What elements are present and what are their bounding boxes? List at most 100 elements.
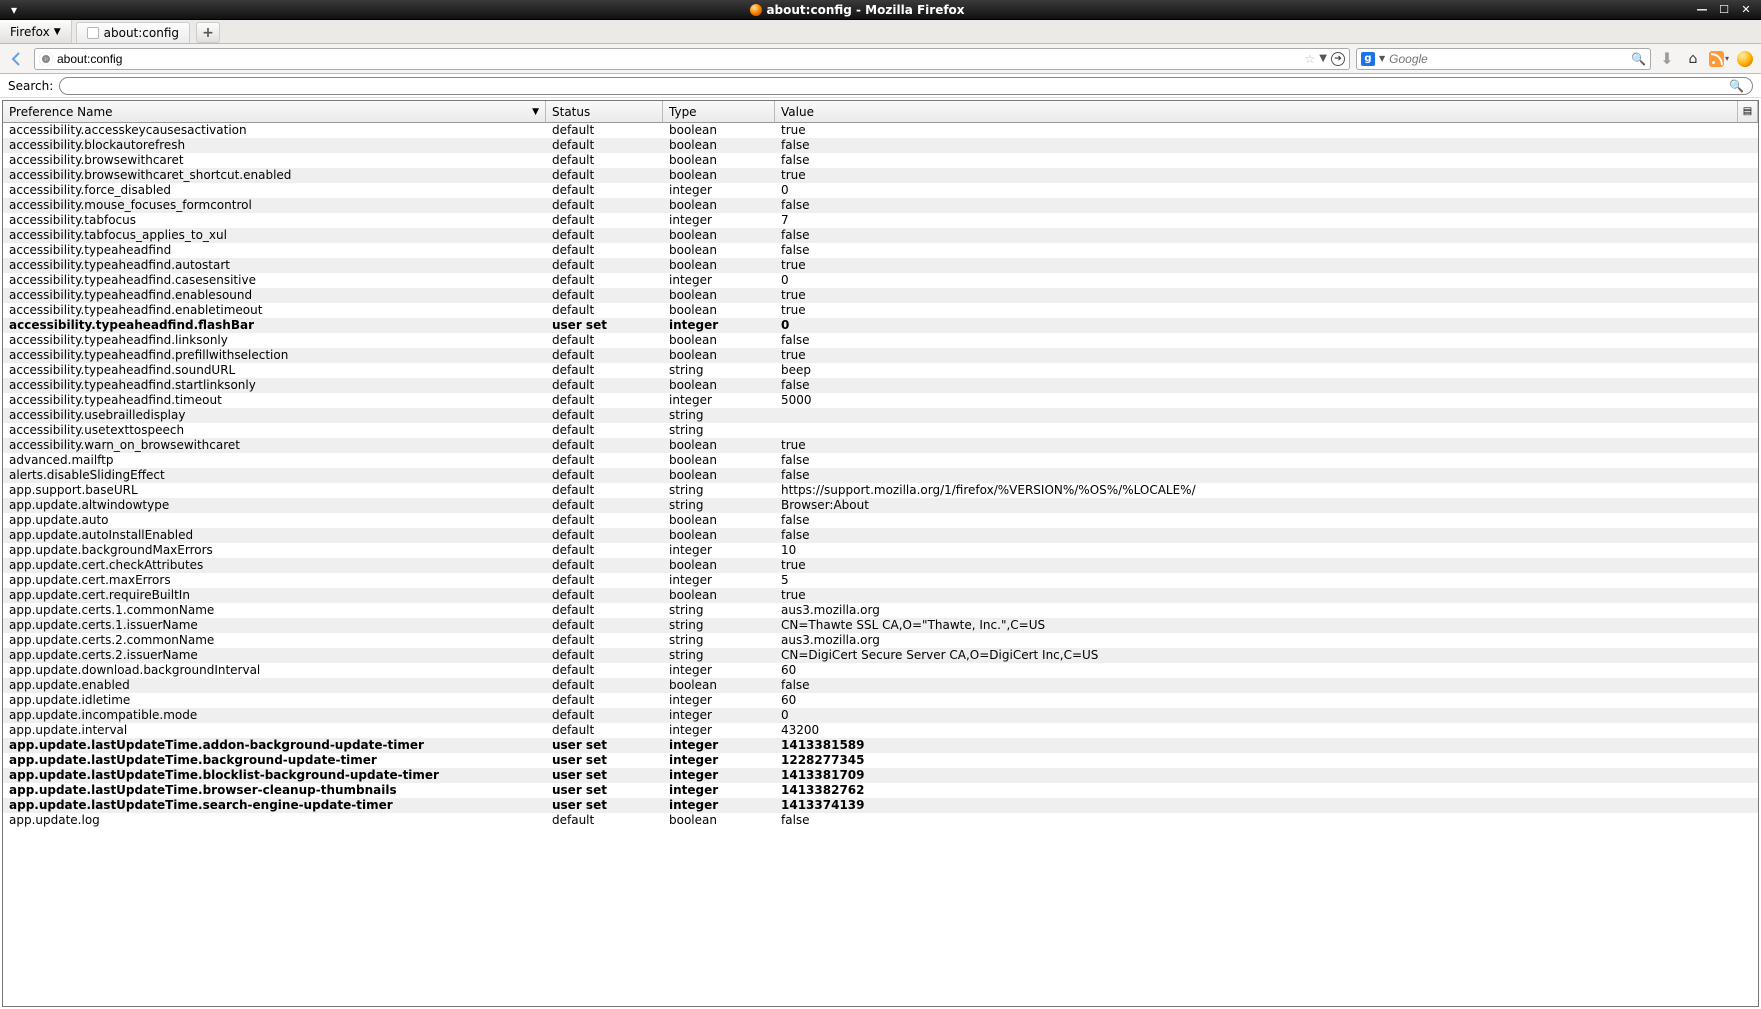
table-row[interactable]: accessibility.usebrailledisplaydefaultst… <box>3 408 1758 423</box>
chevron-down-icon[interactable]: ▼ <box>1379 54 1385 63</box>
cell-name: alerts.disableSlidingEffect <box>3 468 546 483</box>
cell-type: string <box>663 483 775 498</box>
table-row[interactable]: accessibility.typeaheadfind.casesensitiv… <box>3 273 1758 288</box>
search-input[interactable] <box>1389 52 1627 66</box>
cell-value: true <box>775 303 1758 318</box>
table-row[interactable]: app.update.certs.2.commonNamedefaultstri… <box>3 633 1758 648</box>
cell-type: boolean <box>663 303 775 318</box>
cell-type: string <box>663 363 775 378</box>
table-row[interactable]: accessibility.accesskeycausesactivationd… <box>3 123 1758 138</box>
table-row[interactable]: app.update.lastUpdateTime.addon-backgrou… <box>3 738 1758 753</box>
identity-icon[interactable] <box>39 52 53 66</box>
url-input[interactable] <box>57 52 1301 66</box>
table-row[interactable]: app.update.lastUpdateTime.background-upd… <box>3 753 1758 768</box>
table-row[interactable]: app.update.intervaldefaultinteger43200 <box>3 723 1758 738</box>
column-picker-button[interactable]: ▤ <box>1738 101 1758 122</box>
chevron-down-icon: ▾ <box>1725 54 1729 63</box>
firefox-menu-button[interactable]: Firefox ▼ <box>0 20 72 43</box>
cell-name: app.update.download.backgroundInterval <box>3 663 546 678</box>
table-row[interactable]: accessibility.tabfocusdefaultinteger7 <box>3 213 1758 228</box>
table-row[interactable]: app.update.lastUpdateTime.search-engine-… <box>3 798 1758 813</box>
table-row[interactable]: accessibility.typeaheadfind.enablesoundd… <box>3 288 1758 303</box>
column-header-value[interactable]: Value <box>775 101 1738 122</box>
tab-about-config[interactable]: about:config <box>76 22 190 43</box>
cell-status: default <box>546 618 663 633</box>
go-button[interactable]: ➔ <box>1331 52 1345 66</box>
table-row[interactable]: accessibility.force_disableddefaultinteg… <box>3 183 1758 198</box>
back-button[interactable] <box>6 48 28 70</box>
table-row[interactable]: app.update.altwindowtypedefaultstringBro… <box>3 498 1758 513</box>
cell-name: accessibility.typeaheadfind.linksonly <box>3 333 546 348</box>
table-row[interactable]: advanced.mailftpdefaultbooleanfalse <box>3 453 1758 468</box>
table-row[interactable]: app.update.enableddefaultbooleanfalse <box>3 678 1758 693</box>
table-row[interactable]: accessibility.blockautorefreshdefaultboo… <box>3 138 1758 153</box>
table-row[interactable]: alerts.disableSlidingEffectdefaultboolea… <box>3 468 1758 483</box>
table-row[interactable]: app.update.cert.maxErrorsdefaultinteger5 <box>3 573 1758 588</box>
cell-value: aus3.mozilla.org <box>775 633 1758 648</box>
cell-type: integer <box>663 753 775 768</box>
table-row[interactable]: app.update.cert.requireBuiltIndefaultboo… <box>3 588 1758 603</box>
table-row[interactable]: app.update.logdefaultbooleanfalse <box>3 813 1758 828</box>
downloads-button[interactable]: ⬇ <box>1657 49 1677 69</box>
table-row[interactable]: app.update.download.backgroundIntervalde… <box>3 663 1758 678</box>
table-row[interactable]: accessibility.typeaheadfind.timeoutdefau… <box>3 393 1758 408</box>
table-row[interactable]: app.update.lastUpdateTime.browser-cleanu… <box>3 783 1758 798</box>
table-row[interactable]: accessibility.warn_on_browsewithcaretdef… <box>3 438 1758 453</box>
table-row[interactable]: accessibility.typeaheadfinddefaultboolea… <box>3 243 1758 258</box>
table-row[interactable]: app.update.cert.checkAttributesdefaultbo… <box>3 558 1758 573</box>
cell-type: boolean <box>663 288 775 303</box>
column-header-status[interactable]: Status <box>546 101 663 122</box>
table-row[interactable]: app.update.lastUpdateTime.blocklist-back… <box>3 768 1758 783</box>
maximize-button[interactable]: ☐ <box>1717 3 1731 17</box>
bookmarks-menu-button[interactable]: ▾ <box>1709 49 1729 69</box>
cell-value: 7 <box>775 213 1758 228</box>
table-row[interactable]: app.update.autoInstallEnableddefaultbool… <box>3 528 1758 543</box>
table-row[interactable]: accessibility.typeaheadfind.startlinkson… <box>3 378 1758 393</box>
table-row[interactable]: app.update.certs.2.issuerNamedefaultstri… <box>3 648 1758 663</box>
table-row[interactable]: app.update.certs.1.commonNamedefaultstri… <box>3 603 1758 618</box>
table-row[interactable]: accessibility.typeaheadfind.linksonlydef… <box>3 333 1758 348</box>
table-row[interactable]: app.support.baseURLdefaultstringhttps://… <box>3 483 1758 498</box>
new-tab-button[interactable]: + <box>196 22 220 43</box>
minimize-button[interactable]: — <box>1695 3 1709 17</box>
cell-status: default <box>546 198 663 213</box>
table-row[interactable]: accessibility.typeaheadfind.soundURLdefa… <box>3 363 1758 378</box>
table-row[interactable]: accessibility.browsewithcaretdefaultbool… <box>3 153 1758 168</box>
search-box[interactable]: g ▼ 🔍 <box>1356 48 1651 70</box>
search-icon[interactable]: 🔍 <box>1729 79 1744 93</box>
titlebar-menu-arrow[interactable]: ▾ <box>0 3 28 17</box>
column-header-type[interactable]: Type <box>663 101 775 122</box>
google-icon[interactable]: g <box>1361 52 1375 66</box>
table-row[interactable]: accessibility.typeaheadfind.flashBaruser… <box>3 318 1758 333</box>
cell-status: default <box>546 603 663 618</box>
close-button[interactable]: ✕ <box>1739 3 1753 17</box>
home-button[interactable]: ⌂ <box>1683 49 1703 69</box>
table-row[interactable]: app.update.certs.1.issuerNamedefaultstri… <box>3 618 1758 633</box>
table-row[interactable]: accessibility.usetexttospeechdefaultstri… <box>3 423 1758 438</box>
cell-type: boolean <box>663 333 775 348</box>
table-row[interactable]: app.update.idletimedefaultinteger60 <box>3 693 1758 708</box>
cell-status: default <box>546 228 663 243</box>
cell-name: app.update.cert.maxErrors <box>3 573 546 588</box>
table-row[interactable]: accessibility.tabfocus_applies_to_xuldef… <box>3 228 1758 243</box>
table-row[interactable]: accessibility.browsewithcaret_shortcut.e… <box>3 168 1758 183</box>
table-body[interactable]: accessibility.accesskeycausesactivationd… <box>3 123 1758 1006</box>
table-row[interactable]: app.update.backgroundMaxErrorsdefaultint… <box>3 543 1758 558</box>
table-row[interactable]: accessibility.mouse_focuses_formcontrold… <box>3 198 1758 213</box>
table-row[interactable]: accessibility.typeaheadfind.autostartdef… <box>3 258 1758 273</box>
column-header-name[interactable]: Preference Name ▼ <box>3 101 546 122</box>
search-icon[interactable]: 🔍 <box>1631 52 1646 66</box>
column-label: Type <box>669 105 697 119</box>
cell-type: boolean <box>663 123 775 138</box>
bookmark-star-icon[interactable]: ☆ <box>1305 52 1316 66</box>
table-row[interactable]: accessibility.typeaheadfind.enabletimeou… <box>3 303 1758 318</box>
table-row[interactable]: app.update.incompatible.modedefaultinteg… <box>3 708 1758 723</box>
filter-input[interactable] <box>68 79 1729 93</box>
cell-value: aus3.mozilla.org <box>775 603 1758 618</box>
url-bar[interactable]: ☆ ▼ ➔ <box>34 48 1350 70</box>
table-row[interactable]: accessibility.typeaheadfind.prefillwiths… <box>3 348 1758 363</box>
urlbar-dropdown-arrow[interactable]: ▼ <box>1319 53 1327 64</box>
filter-box[interactable]: 🔍 <box>59 77 1753 95</box>
table-row[interactable]: app.update.autodefaultbooleanfalse <box>3 513 1758 528</box>
extension-button[interactable] <box>1735 49 1755 69</box>
